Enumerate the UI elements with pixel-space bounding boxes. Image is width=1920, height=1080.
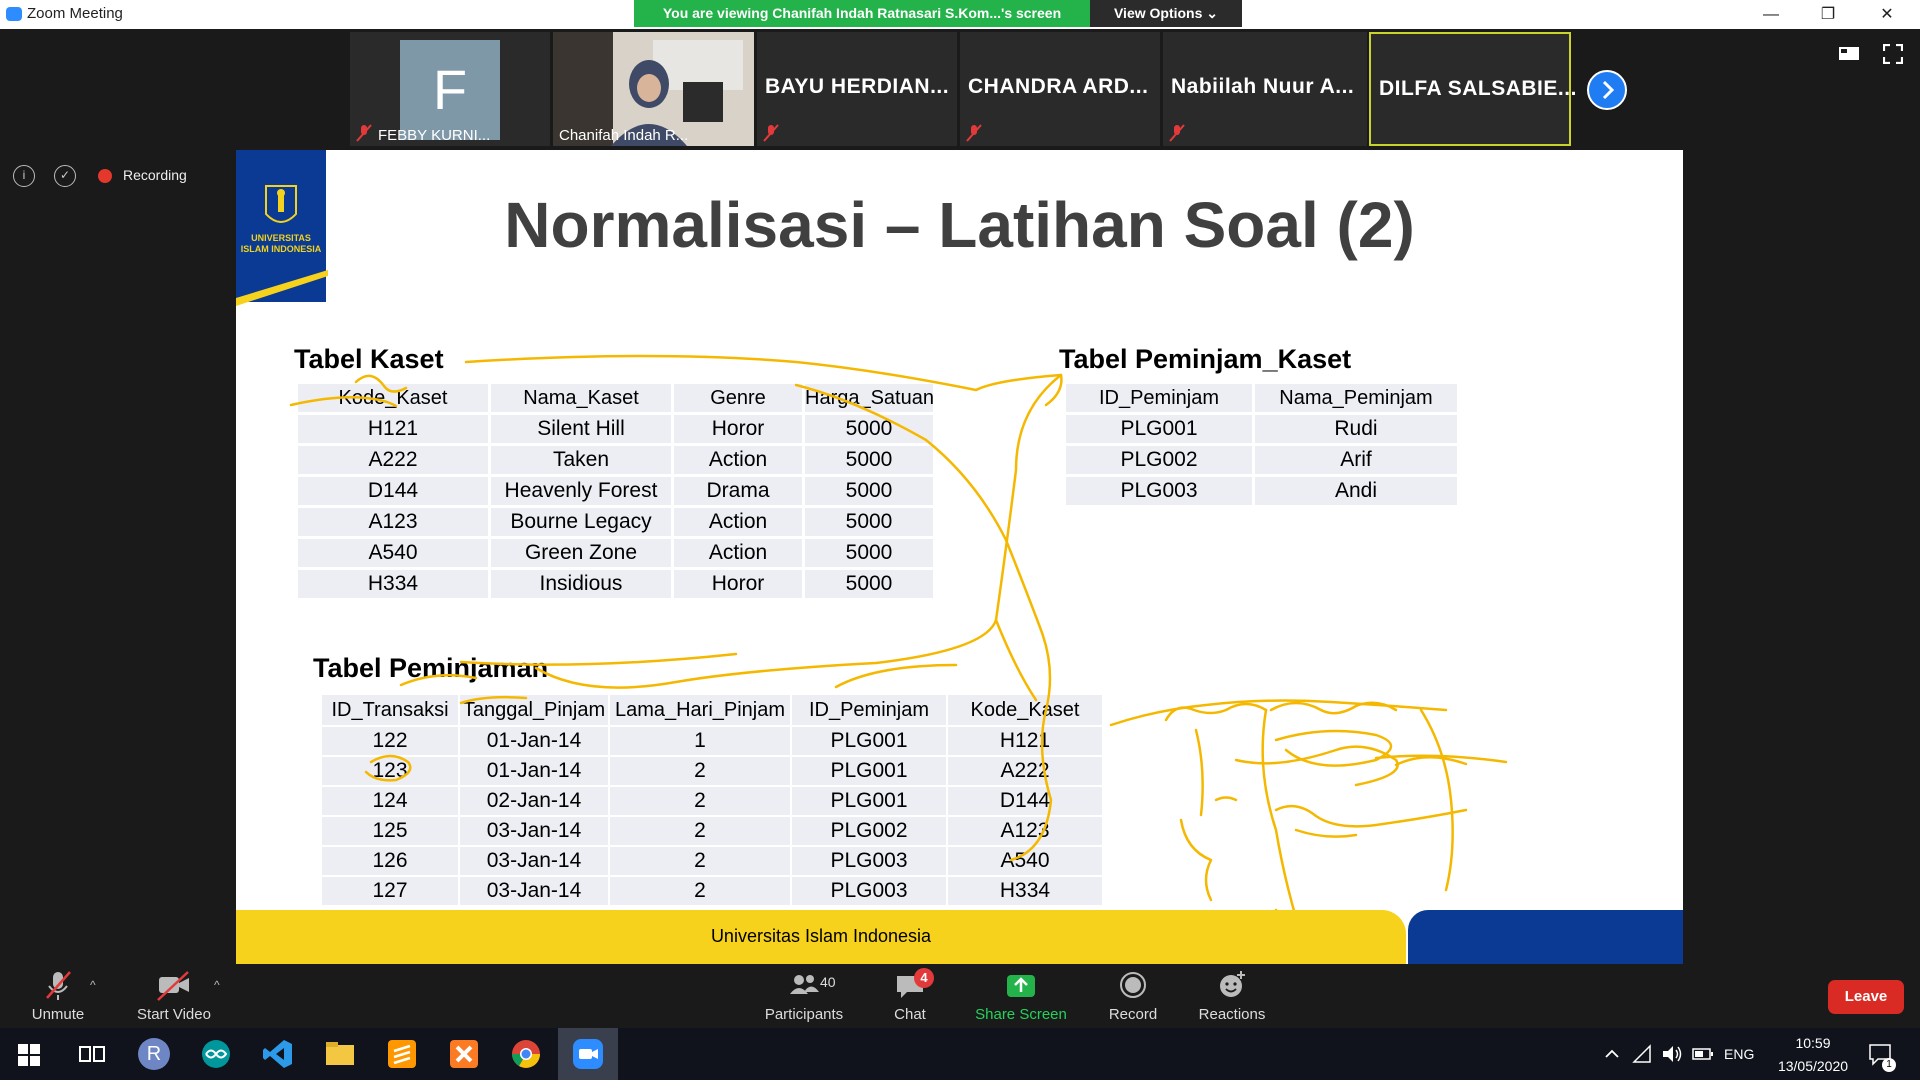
participant-tile-chanifah[interactable]: Chanifah Indah R... [553,32,754,146]
clock-time[interactable]: 10:59 [1768,1035,1858,1051]
chrome-icon[interactable] [510,1038,542,1070]
network-icon[interactable] [1632,1044,1652,1064]
r-app-icon[interactable]: R [138,1038,170,1070]
reactions-label: Reactions [1198,1006,1266,1023]
muted-mic-icon [1169,124,1185,142]
slide-footer-accent [1408,910,1683,964]
input-language[interactable]: ENG [1724,1046,1754,1062]
record-button[interactable]: Record [1092,968,1174,1030]
unmute-button[interactable]: Unmute [16,968,100,1030]
task-view-icon[interactable] [76,1038,108,1070]
windows-start-icon[interactable] [18,1044,40,1066]
show-hidden-icons-chevron-icon[interactable] [1604,1046,1620,1062]
start-video-label: Start Video [137,1006,211,1023]
arduino-icon[interactable] [200,1038,232,1070]
annotation-ink [289,354,1508,952]
participant-name: BAYU HERDIAN... [765,75,950,98]
vscode-icon[interactable] [262,1038,294,1070]
audio-options-caret[interactable]: ^ [90,978,96,992]
recording-dot-icon [98,169,112,183]
participant-tile-dilfa[interactable]: DILFA SALSABIE... [1369,32,1576,146]
share-screen-button[interactable]: Share Screen [966,968,1076,1030]
slide-footer-text: Universitas Islam Indonesia [710,926,932,946]
participant-name: Nabiilah Nuur A... [1171,75,1355,98]
chat-badge: 4 [914,968,934,988]
reactions-icon [1220,971,1245,997]
start-video-button[interactable]: Start Video [126,968,222,1030]
speaker-view-icon[interactable] [1838,44,1860,62]
clock-date[interactable]: 13/05/2020 [1768,1058,1858,1074]
notification-count: 1 [1882,1058,1896,1072]
share-screen-icon [1007,975,1035,997]
participants-button[interactable]: 40 Participants [756,968,852,1030]
fullscreen-icon[interactable] [1883,44,1903,64]
unmute-label: Unmute [31,1006,85,1023]
participant-tile-nabiilah[interactable]: Nabiilah Nuur A... [1163,32,1367,146]
sublime-text-icon[interactable] [386,1038,418,1070]
video-off-icon [157,971,189,1001]
battery-icon[interactable] [1692,1047,1714,1061]
leave-button[interactable]: Leave [1828,980,1904,1014]
file-explorer-icon[interactable] [324,1038,356,1070]
recording-status: Recording [123,167,187,183]
participant-tile-bayu[interactable]: BAYU HERDIAN... [757,32,957,146]
avatar: F [400,40,500,140]
participant-name: DILFA SALSABIE... [1379,77,1577,100]
participant-name: CHANDRA ARD... [968,75,1149,98]
screen-share-banner: You are viewing Chanifah Indah Ratnasari… [634,0,1090,27]
window-title: Zoom Meeting [27,5,123,22]
volume-icon[interactable] [1661,1044,1683,1064]
zoom-icon [573,1039,603,1069]
record-icon [1120,972,1146,998]
info-icon[interactable]: i [13,165,35,187]
participants-label: Participants [764,1006,844,1023]
view-options-button[interactable]: View Options ⌄ [1090,0,1242,27]
reactions-button[interactable]: Reactions [1186,968,1278,1030]
minimize-button[interactable]: — [1748,0,1794,29]
muted-mic-icon [356,124,372,142]
muted-mic-icon [763,124,779,142]
shared-slide: UNIVERSITAS ISLAM INDONESIA Normalisasi … [236,150,1683,964]
chat-button[interactable]: 4 Chat [870,968,950,1030]
participants-count: 40 [820,974,836,990]
zoom-taskbar-active[interactable] [558,1028,618,1080]
participant-label: FEBBY KURNI... [378,127,491,144]
video-options-caret[interactable]: ^ [214,978,220,992]
chevron-right-icon [1602,80,1615,100]
participants-icon [790,975,819,994]
restore-button[interactable]: ❐ [1805,0,1851,29]
participant-label: Chanifah Indah R... [559,127,689,144]
muted-mic-icon [46,971,71,1000]
security-shield-icon[interactable]: ✓ [54,165,76,187]
chat-label: Chat [894,1006,926,1023]
muted-mic-icon [966,124,982,142]
record-label: Record [1108,1006,1158,1023]
next-page-button[interactable] [1587,70,1627,110]
participant-tile-chandra[interactable]: CHANDRA ARD... [960,32,1160,146]
xampp-icon[interactable] [448,1038,480,1070]
share-screen-label: Share Screen [975,1006,1067,1023]
participant-tile-febby[interactable]: F FEBBY KURNI... [350,32,550,146]
zoom-app-icon [6,7,22,21]
close-button[interactable]: ✕ [1864,0,1910,29]
